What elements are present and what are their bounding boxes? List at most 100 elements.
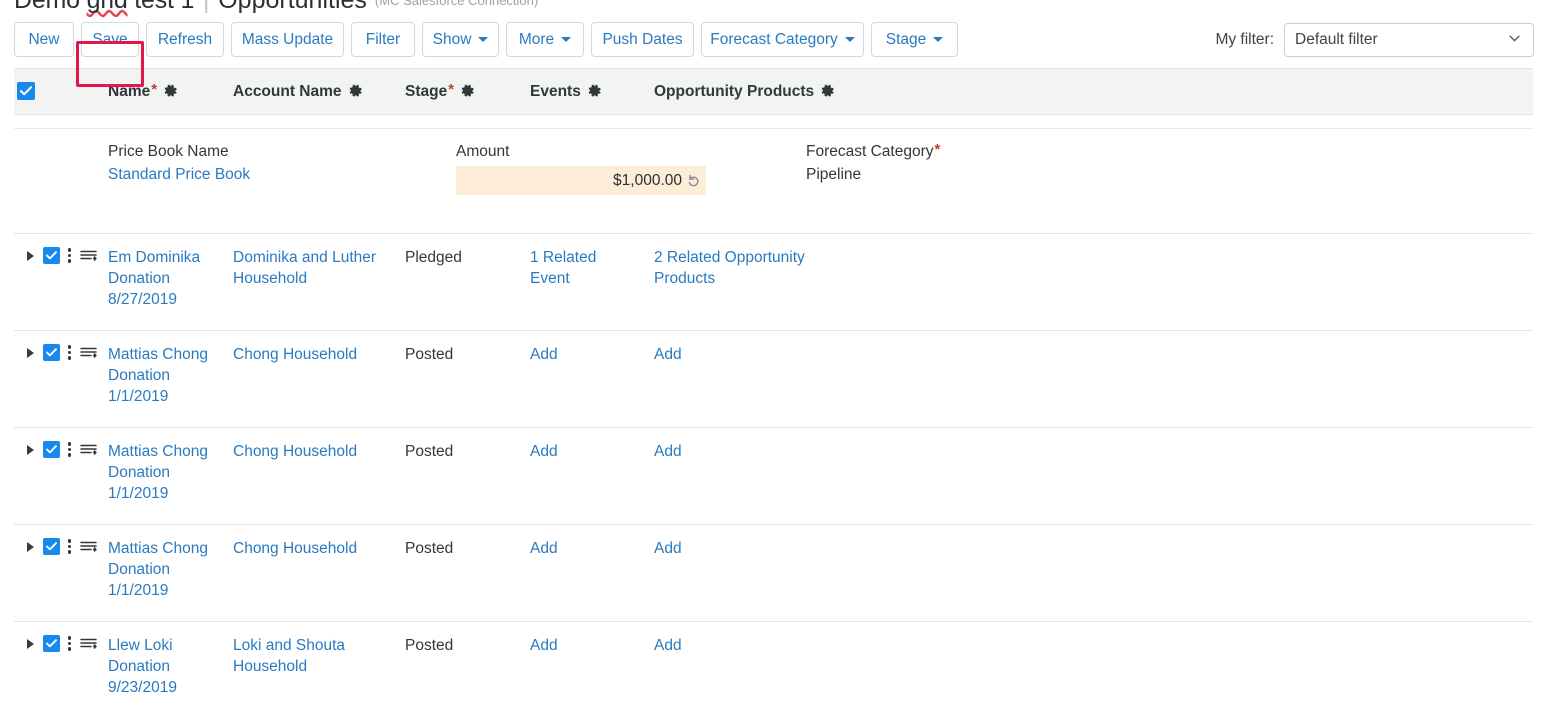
opportunity-name-link[interactable]: 8/27/2019 bbox=[108, 289, 233, 310]
row-detail-lines-icon[interactable] bbox=[80, 346, 98, 360]
mass-update-button[interactable]: Mass Update bbox=[231, 22, 344, 57]
filter-button-label: Filter bbox=[365, 30, 401, 48]
cell-account-name: Chong Household bbox=[233, 440, 405, 462]
account-name-link[interactable]: Household bbox=[233, 268, 405, 289]
row-controls bbox=[14, 634, 108, 652]
connection-label: (MC Salesforce Connection) bbox=[374, 0, 539, 8]
row-detail-lines-icon[interactable] bbox=[80, 540, 98, 554]
gear-icon[interactable] bbox=[461, 84, 475, 98]
opportunity-name-link[interactable]: Em Dominika bbox=[108, 247, 233, 268]
opportunity-name-link[interactable]: Donation bbox=[108, 462, 233, 483]
opportunity-name-link[interactable]: Mattias Chong bbox=[108, 344, 233, 365]
opportunity-name-link[interactable]: Donation bbox=[108, 268, 233, 289]
account-name-link[interactable]: Loki and Shouta bbox=[233, 635, 405, 656]
row-detail-lines-icon[interactable] bbox=[80, 443, 98, 457]
opportunity-name-link[interactable]: Donation bbox=[108, 559, 233, 580]
new-button[interactable]: New bbox=[14, 22, 74, 57]
opportunity-products-link[interactable]: Products bbox=[654, 268, 914, 289]
forecast-category-label-text: Forecast Category bbox=[806, 143, 934, 160]
account-name-link[interactable]: Household bbox=[233, 656, 405, 677]
required-asterisk: * bbox=[151, 80, 158, 98]
row-expander-icon[interactable] bbox=[27, 638, 34, 649]
row-detail-lines-icon[interactable] bbox=[80, 637, 98, 651]
events-link[interactable]: Add bbox=[530, 344, 654, 365]
row-detail-lines-icon[interactable] bbox=[80, 249, 98, 263]
undo-icon[interactable] bbox=[687, 174, 700, 187]
row-select-checkbox[interactable] bbox=[43, 344, 60, 361]
opportunity-name-link[interactable]: Mattias Chong bbox=[108, 538, 233, 559]
cell-opportunity-products: 2 Related Opportunity Products bbox=[654, 246, 914, 289]
column-header-name[interactable]: Name* bbox=[108, 80, 233, 101]
grid-body: Em Dominika Donation 8/27/2019 Dominika and… bbox=[14, 234, 1533, 707]
opportunity-name-link[interactable]: Llew Loki bbox=[108, 635, 233, 656]
events-link[interactable]: Add bbox=[530, 538, 654, 559]
row-expander-icon[interactable] bbox=[27, 444, 34, 455]
row-controls bbox=[14, 246, 108, 264]
gear-icon[interactable] bbox=[588, 84, 602, 98]
row-expander-icon[interactable] bbox=[27, 347, 34, 358]
opportunity-products-link[interactable]: Add bbox=[654, 538, 914, 559]
filter-button[interactable]: Filter bbox=[351, 22, 415, 57]
table-row[interactable]: Em Dominika Donation 8/27/2019 Dominika and… bbox=[14, 234, 1533, 331]
row-actions-menu-icon[interactable] bbox=[67, 442, 72, 457]
row-actions-menu-icon[interactable] bbox=[67, 636, 72, 651]
gear-icon[interactable] bbox=[164, 84, 178, 98]
push-dates-button[interactable]: Push Dates bbox=[591, 22, 694, 57]
table-row[interactable]: Mattias Chong Donation 1/1/2019 Chong House… bbox=[14, 525, 1533, 622]
row-actions-menu-icon[interactable] bbox=[67, 248, 72, 263]
account-name-link[interactable]: Chong Household bbox=[233, 344, 405, 365]
opportunity-name-link[interactable]: 1/1/2019 bbox=[108, 483, 233, 504]
gear-icon[interactable] bbox=[349, 84, 363, 98]
opportunity-products-link[interactable]: Add bbox=[654, 441, 914, 462]
price-book-name-value-link[interactable]: Standard Price Book bbox=[108, 166, 456, 184]
row-expander-icon[interactable] bbox=[27, 250, 34, 261]
stage-button-label: Stage bbox=[885, 30, 927, 48]
opportunity-name-link[interactable]: 9/23/2019 bbox=[108, 677, 233, 698]
opportunity-name-link[interactable]: 1/1/2019 bbox=[108, 580, 233, 601]
save-button[interactable]: Save bbox=[81, 22, 139, 57]
column-header-account-name[interactable]: Account Name bbox=[233, 83, 405, 101]
row-select-checkbox[interactable] bbox=[43, 441, 60, 458]
table-row[interactable]: Llew Loki Donation 9/23/2019 Loki and Shout… bbox=[14, 622, 1533, 707]
column-header-events[interactable]: Events bbox=[530, 83, 654, 101]
opportunity-products-link[interactable]: Add bbox=[654, 635, 914, 656]
cell-events: Add bbox=[530, 634, 654, 656]
column-header-opportunity-products[interactable]: Opportunity Products bbox=[654, 83, 914, 101]
table-row[interactable]: Mattias Chong Donation 1/1/2019 Chong House… bbox=[14, 428, 1533, 525]
events-link[interactable]: 1 Related bbox=[530, 247, 654, 268]
my-filter-select[interactable]: Default filter bbox=[1284, 22, 1534, 57]
opportunity-products-link[interactable]: Add bbox=[654, 344, 914, 365]
row-select-checkbox[interactable] bbox=[43, 635, 60, 652]
row-actions-menu-icon[interactable] bbox=[67, 345, 72, 360]
account-name-link[interactable]: Chong Household bbox=[233, 538, 405, 559]
amount-input-cell[interactable]: $1,000.00 bbox=[456, 166, 706, 195]
more-button[interactable]: More bbox=[506, 22, 584, 57]
forecast-category-button[interactable]: Forecast Category bbox=[701, 22, 864, 57]
toolbar: New Save Refresh Mass Update Filter Show More P… bbox=[0, 22, 1548, 87]
opportunity-name-link[interactable]: Mattias Chong bbox=[108, 441, 233, 462]
account-name-link[interactable]: Chong Household bbox=[233, 441, 405, 462]
account-name-link[interactable]: Dominika and Luther bbox=[233, 247, 405, 268]
cell-account-name: Chong Household bbox=[233, 343, 405, 365]
opportunity-name-link[interactable]: Donation bbox=[108, 365, 233, 386]
row-select-checkbox[interactable] bbox=[43, 538, 60, 555]
select-all-checkbox[interactable] bbox=[17, 82, 35, 100]
page-title: Demo grid test 1 | Opportunities (MC Sal… bbox=[14, 0, 538, 14]
grid-title-pre: Demo bbox=[14, 0, 87, 14]
column-header-stage[interactable]: Stage* bbox=[405, 81, 530, 101]
stage-button[interactable]: Stage bbox=[871, 22, 958, 57]
refresh-button[interactable]: Refresh bbox=[146, 22, 224, 57]
opportunity-name-link[interactable]: Donation bbox=[108, 656, 233, 677]
row-actions-menu-icon[interactable] bbox=[67, 539, 72, 554]
gear-icon[interactable] bbox=[821, 84, 835, 98]
table-row[interactable]: Mattias Chong Donation 1/1/2019 Chong House… bbox=[14, 331, 1533, 428]
opportunity-name-link[interactable]: 1/1/2019 bbox=[108, 386, 233, 407]
opportunity-products-link[interactable]: 2 Related Opportunity bbox=[654, 247, 914, 268]
events-link[interactable]: Add bbox=[530, 441, 654, 462]
row-expander-icon[interactable] bbox=[27, 541, 34, 552]
stage-value: Posted bbox=[405, 540, 454, 557]
show-button[interactable]: Show bbox=[422, 22, 499, 57]
row-select-checkbox[interactable] bbox=[43, 247, 60, 264]
events-link[interactable]: Event bbox=[530, 268, 654, 289]
events-link[interactable]: Add bbox=[530, 635, 654, 656]
